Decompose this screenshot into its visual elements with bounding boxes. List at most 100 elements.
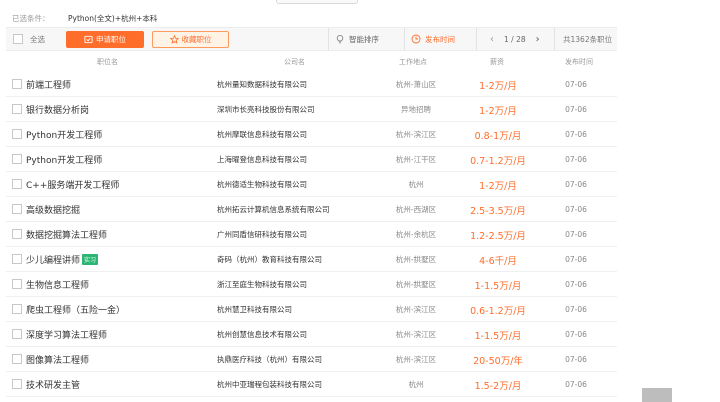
- job-title-link[interactable]: 生物信息工程师: [26, 272, 89, 297]
- company-link[interactable]: 杭州中亚瑞程包装科技有限公司: [217, 372, 322, 397]
- job-title-link[interactable]: Python开发工程师: [26, 122, 102, 147]
- job-date: 07-06: [565, 205, 587, 214]
- job-row-checkbox[interactable]: [12, 254, 22, 264]
- job-row-checkbox[interactable]: [12, 304, 22, 314]
- job-row[interactable]: 深度学习算法工程师 杭州创慧信息技术有限公司 杭州-滨江区 1-1.5万/月 07-06: [6, 322, 617, 347]
- job-row-checkbox[interactable]: [12, 354, 22, 364]
- job-row-checkbox[interactable]: [12, 329, 22, 339]
- job-title-link[interactable]: Python开发工程师: [26, 147, 102, 172]
- job-row[interactable]: Python开发工程师 杭州摩联信息科技有限公司 杭州-滨江区 0.8-1万/月 07-…: [6, 122, 617, 147]
- job-title-link[interactable]: 技术研发主管: [26, 372, 80, 397]
- job-row[interactable]: 数据挖掘算法工程师 广州同盾信研科技有限公司 杭州-余杭区 1.2-2.5万/月 07-…: [6, 222, 617, 247]
- job-row-checkbox[interactable]: [12, 129, 22, 139]
- company-link[interactable]: 上海曜登信息科技有限公司: [217, 147, 307, 172]
- job-row[interactable]: 爬虫工程师（五险一金） 杭州慧卫科技有限公司 杭州-滨江区 0.6-1.2万/月 07-…: [6, 297, 617, 322]
- lightbulb-icon: [336, 34, 344, 44]
- job-title: 深度学习算法工程师: [26, 331, 108, 341]
- job-row[interactable]: 图像算法工程师 执鼎医疗科技（杭州）有限公司 杭州-滨江区 20-50万/年 07-06: [6, 347, 617, 372]
- job-date: 07-06: [565, 255, 587, 264]
- job-title-link[interactable]: 高级数据挖掘: [26, 197, 80, 222]
- smart-sort-button[interactable]: 智能排序: [335, 28, 379, 50]
- filters-value: Python(全文)+杭州+本科: [68, 13, 158, 23]
- job-title-link[interactable]: 少儿编程讲师 实习: [26, 247, 99, 272]
- next-page-icon[interactable]: ›: [532, 34, 544, 45]
- job-date: 07-06: [565, 130, 587, 139]
- column-header-company: 公司名: [284, 58, 305, 66]
- divider: [554, 28, 555, 50]
- job-title-link[interactable]: 深度学习算法工程师: [26, 322, 107, 347]
- favorite-button[interactable]: 收藏职位: [152, 30, 229, 48]
- job-title: Python开发工程师: [26, 156, 103, 166]
- pagination: ‹ 1 / 28 ›: [486, 28, 544, 50]
- job-row[interactable]: Python开发工程师 上海曜登信息科技有限公司 杭州-江干区 0.7-1.2万/月 0…: [6, 147, 617, 172]
- company-link[interactable]: 杭州德适生物科技有限公司: [217, 172, 307, 197]
- job-salary: 1.2-2.5万/月: [470, 230, 526, 242]
- scroll-top-button[interactable]: ▔: [642, 388, 672, 402]
- job-salary: 2.5-3.5万/月: [470, 205, 526, 217]
- job-date: 07-06: [565, 380, 587, 389]
- company-link[interactable]: 杭州拓云计算机信息系统有限公司: [217, 197, 330, 222]
- job-location: 异地招聘: [401, 105, 431, 114]
- job-salary: 0.8-1万/月: [474, 130, 522, 142]
- job-row[interactable]: 技术研发主管 杭州中亚瑞程包装科技有限公司 杭州 1.5-2万/月 07-06: [6, 372, 617, 397]
- job-salary: 20-50万/年: [473, 355, 523, 367]
- apply-label: 申请职位: [96, 34, 126, 44]
- job-location: 杭州-拱墅区: [395, 280, 437, 289]
- job-title-link[interactable]: C++服务端开发工程师: [26, 172, 119, 197]
- job-title-link[interactable]: 数据挖掘算法工程师: [26, 222, 107, 247]
- job-row-checkbox[interactable]: [12, 379, 22, 389]
- job-row-checkbox[interactable]: [12, 104, 22, 114]
- job-title: Python开发工程师: [26, 131, 103, 141]
- column-header-title: 职位名: [97, 58, 118, 66]
- company-link[interactable]: 杭州慧卫科技有限公司: [217, 297, 292, 322]
- job-row-checkbox[interactable]: [12, 204, 22, 214]
- divider: [328, 28, 329, 50]
- job-location: 杭州-滨江区: [395, 305, 437, 314]
- prev-page-icon[interactable]: ‹: [486, 34, 498, 45]
- job-list: 前端工程师 杭州量知数据科技有限公司 杭州-萧山区 1-2万/月 07-06 银行数据分析…: [6, 72, 617, 397]
- job-title-link[interactable]: 银行数据分析岗: [26, 97, 89, 122]
- job-title-link[interactable]: 前端工程师: [26, 72, 71, 97]
- job-row[interactable]: 银行数据分析岗 深圳市长亮科技股份有限公司 异地招聘 1-2万/月 07-06: [6, 97, 617, 122]
- favorite-label: 收藏职位: [181, 34, 212, 44]
- job-title-link[interactable]: 爬虫工程师（五险一金）: [26, 297, 125, 322]
- job-location: 杭州-余杭区: [395, 230, 437, 239]
- job-row[interactable]: 高级数据挖掘 杭州拓云计算机信息系统有限公司 杭州-西湖区 2.5-3.5万/月 07-…: [6, 197, 617, 222]
- job-row[interactable]: 生物信息工程师 浙江至庭生物科技有限公司 杭州-拱墅区 1-1.5万/月 07-06: [6, 272, 617, 297]
- divider: [476, 28, 477, 50]
- column-header-location: 工作地点: [399, 58, 427, 66]
- company-link[interactable]: 执鼎医疗科技（杭州）有限公司: [217, 347, 322, 372]
- job-title: 少儿编程讲师: [26, 256, 81, 266]
- job-salary: 1-2万/月: [479, 105, 517, 117]
- select-all-checkbox[interactable]: [13, 34, 23, 44]
- time-sort-button[interactable]: 发布时间: [411, 28, 455, 50]
- job-title: 图像算法工程师: [26, 356, 90, 366]
- company-link[interactable]: 杭州摩联信息科技有限公司: [217, 122, 307, 147]
- total-count: 共1362条职位: [563, 34, 613, 44]
- company-link[interactable]: 杭州创慧信息技术有限公司: [217, 322, 307, 347]
- job-title-link[interactable]: 图像算法工程师: [26, 347, 89, 372]
- select-all[interactable]: 全选: [13, 34, 45, 45]
- job-row-checkbox[interactable]: [12, 179, 22, 189]
- apply-button[interactable]: 申请职位: [66, 30, 144, 48]
- company-link[interactable]: 浙江至庭生物科技有限公司: [217, 272, 307, 297]
- company-link[interactable]: 广州同盾信研科技有限公司: [217, 222, 307, 247]
- job-location: 杭州-江干区: [395, 155, 437, 164]
- job-row-checkbox[interactable]: [12, 154, 22, 164]
- job-row[interactable]: 前端工程师 杭州量知数据科技有限公司 杭州-萧山区 1-2万/月 07-06: [6, 72, 617, 97]
- job-date: 07-06: [565, 280, 587, 289]
- job-row-checkbox[interactable]: [12, 279, 22, 289]
- company-link[interactable]: 杭州量知数据科技有限公司: [217, 72, 307, 97]
- job-row-checkbox[interactable]: [12, 79, 22, 89]
- job-salary: 0.7-1.2万/月: [470, 155, 526, 167]
- job-location: 杭州-滨江区: [395, 130, 437, 139]
- job-row[interactable]: C++服务端开发工程师 杭州德适生物科技有限公司 杭州 1-2万/月 07-06: [6, 172, 617, 197]
- job-date: 07-06: [565, 330, 587, 339]
- page-indicator: 1 / 28: [504, 34, 526, 44]
- job-salary: 1-1.5万/月: [474, 330, 522, 342]
- company-link[interactable]: 深圳市长亮科技股份有限公司: [217, 97, 315, 122]
- job-row-checkbox[interactable]: [12, 229, 22, 239]
- job-row[interactable]: 少儿编程讲师 实习 奇码（杭州）教育科技有限公司 杭州-拱墅区 4-6千/月 07-06: [6, 247, 617, 272]
- job-location: 杭州-滨江区: [395, 330, 437, 339]
- company-link[interactable]: 奇码（杭州）教育科技有限公司: [217, 247, 322, 272]
